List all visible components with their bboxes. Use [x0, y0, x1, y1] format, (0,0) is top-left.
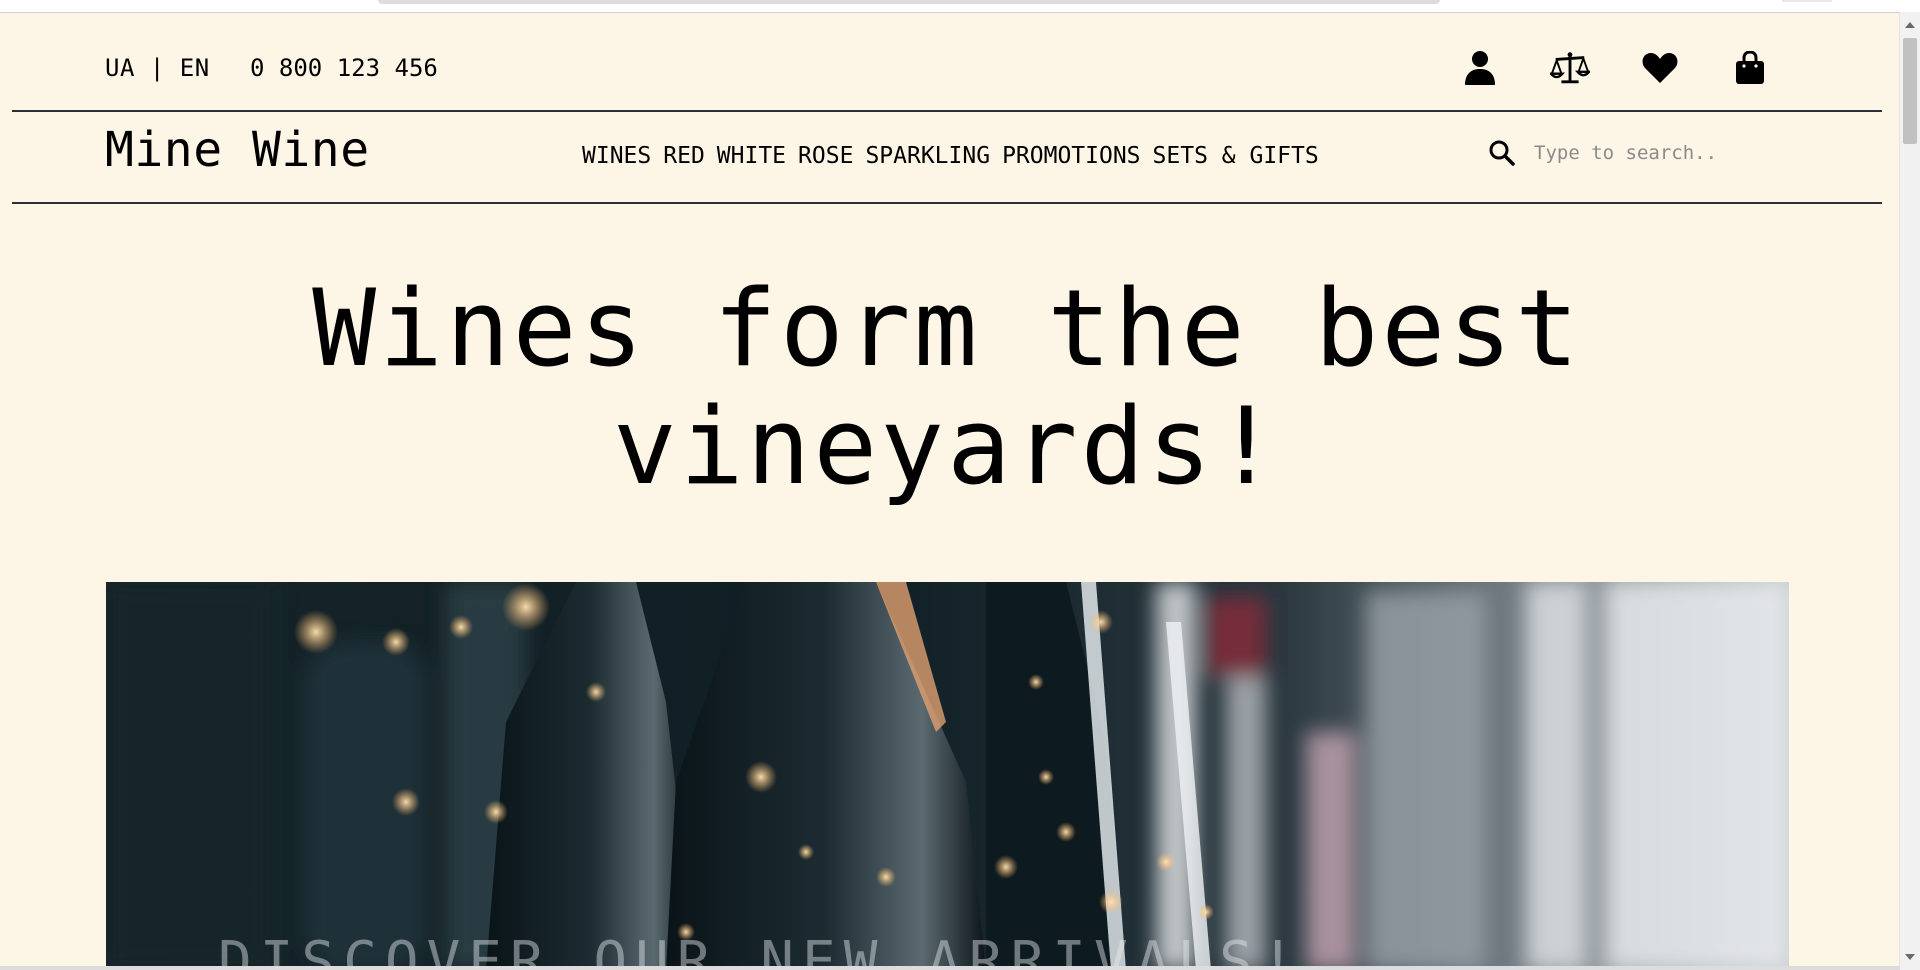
- header-icons: [1460, 48, 1770, 88]
- nav-item-sparkling[interactable]: SPARKLING: [865, 143, 990, 169]
- main-nav: Mine Wine WINES RED WHITE ROSE SPARKLING…: [12, 112, 1882, 204]
- search-input[interactable]: [1532, 141, 1736, 165]
- scroll-up-arrow-icon[interactable]: [1905, 22, 1915, 28]
- nav-item-red[interactable]: RED: [663, 143, 705, 169]
- phone-number[interactable]: 0 800 123 456: [250, 54, 438, 82]
- browser-tab-strip: [378, 0, 1440, 4]
- search-icon[interactable]: [1484, 135, 1520, 171]
- horizontal-scrollbar[interactable]: [0, 966, 1900, 970]
- banner-caption: DISCOVER OUR NEW ARRIVALS!: [218, 930, 1303, 970]
- page-scrollbar[interactable]: [1899, 12, 1920, 970]
- nav-item-white[interactable]: WHITE: [717, 143, 786, 169]
- nav-menu: WINES RED WHITE ROSE SPARKLING PROMOTION…: [582, 143, 1319, 169]
- nav-item-rose[interactable]: ROSE: [798, 143, 853, 169]
- shopping-bag-icon[interactable]: [1730, 48, 1770, 88]
- hero-title: Wines form the best vineyards!: [0, 270, 1894, 506]
- wine-bottles-photo: [106, 582, 1789, 970]
- scrollbar-thumb[interactable]: [1903, 38, 1917, 144]
- hero-banner-image[interactable]: DISCOVER OUR NEW ARRIVALS!: [106, 582, 1789, 970]
- scroll-down-arrow-icon[interactable]: [1905, 954, 1915, 960]
- compare-scale-icon[interactable]: [1550, 48, 1590, 88]
- top-bar: UA | EN 0 800 123 456: [12, 12, 1882, 112]
- hero-title-line-2: vineyards!: [612, 385, 1282, 508]
- nav-item-sets-gifts[interactable]: SETS & GIFTS: [1153, 143, 1319, 169]
- search-box: [1484, 135, 1736, 171]
- hero-title-line-1: Wines form the best: [312, 267, 1582, 390]
- nav-item-wines[interactable]: WINES: [582, 143, 651, 169]
- nav-item-promotions[interactable]: PROMOTIONS: [1002, 143, 1140, 169]
- site-logo[interactable]: Mine Wine: [105, 122, 370, 178]
- user-icon[interactable]: [1460, 48, 1500, 88]
- page: UA | EN 0 800 123 456 Mine Wine WINES RE…: [0, 0, 1920, 970]
- browser-control-strip: [1782, 0, 1832, 2]
- language-switcher[interactable]: UA | EN: [105, 54, 210, 82]
- heart-icon[interactable]: [1640, 48, 1680, 88]
